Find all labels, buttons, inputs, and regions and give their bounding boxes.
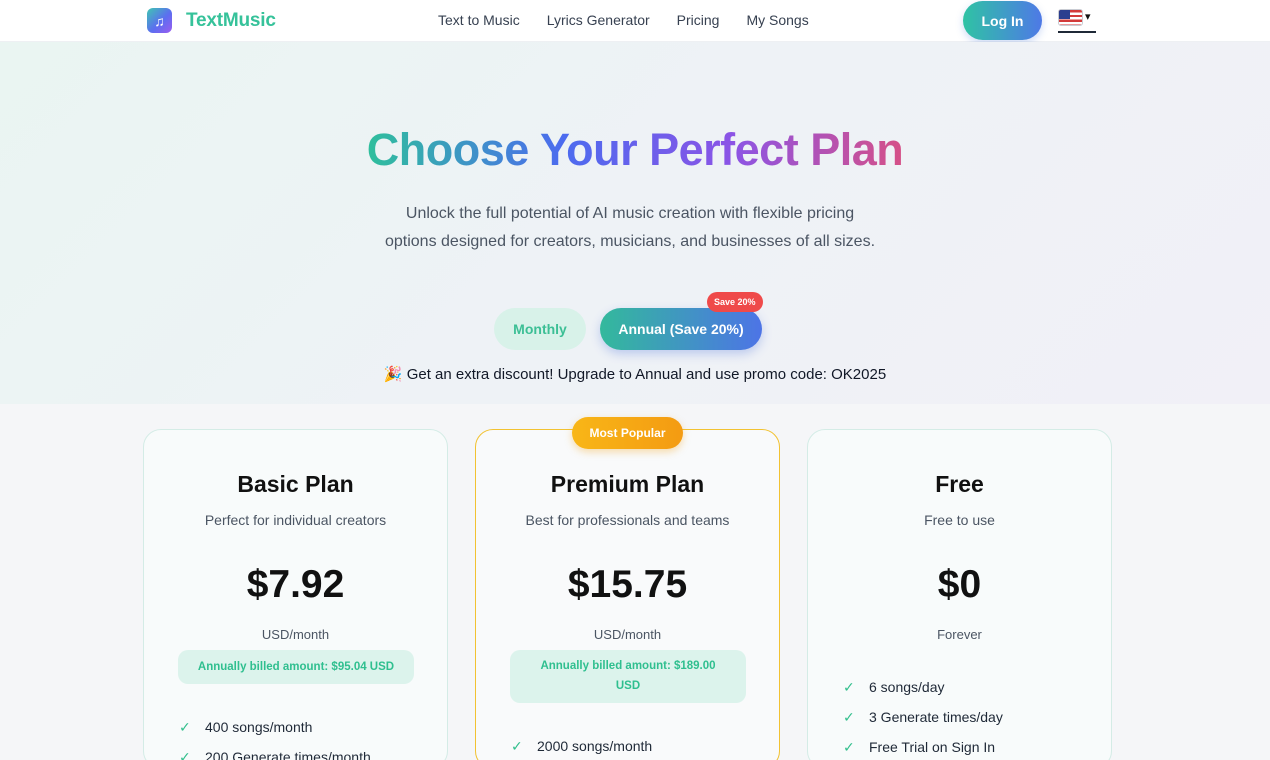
plan-price: $0	[937, 563, 982, 606]
plan-period: USD/month	[593, 627, 662, 642]
plan-card-premium: Premium Plan Best for professionals and …	[475, 429, 780, 760]
billed-amount: Annually billed amount: $189.00 USD	[510, 650, 746, 703]
plan-description: Best for professionals and teams	[525, 512, 730, 528]
plan-title: Basic Plan	[237, 471, 354, 497]
feature-item: ✓ 3 Generate times/day	[843, 708, 1003, 726]
top-nav: ♫ TextMusic Text to Music Lyrics Generat…	[0, 0, 1270, 42]
promo-banner: 🎉 Get an extra discount! Upgrade to Annu…	[0, 365, 1270, 383]
nav-link-text-to-music[interactable]: Text to Music	[438, 12, 520, 28]
feature-list: ✓ 400 songs/month ✓ 200 Generate times/mon…	[179, 712, 371, 760]
hero-section: Choose Your Perfect Plan Unlock the full…	[0, 42, 1270, 404]
feature-item: ✓ Free Trial on Sign In	[843, 738, 996, 756]
plan-card-free: Free Free to use $0 Forever ✓ 6 songs/day…	[807, 429, 1112, 760]
hero-subtitle: Unlock the full potential of AI music cr…	[384, 205, 876, 250]
check-icon: ✓	[179, 748, 191, 760]
logo[interactable]: ♫ TextMusic	[147, 8, 276, 33]
billing-toggle-monthly[interactable]: Monthly	[494, 308, 586, 350]
login-button[interactable]: Log In	[963, 1, 1042, 40]
plan-card-basic: Basic Plan Perfect for individual creato…	[143, 429, 448, 760]
language-selector[interactable]: ▾	[1058, 9, 1096, 33]
plan-title: Free	[935, 471, 984, 497]
plan-price: $15.75	[567, 563, 688, 606]
nav-link-pricing[interactable]: Pricing	[677, 12, 720, 28]
plan-title: Premium Plan	[550, 471, 705, 497]
us-flag-icon	[1058, 9, 1083, 26]
feature-item: ✓ 6 songs/day	[843, 678, 945, 696]
logo-text: TextMusic	[186, 9, 276, 31]
feature-item: ✓ 400 songs/month	[179, 718, 313, 736]
feature-list: ✓ 6 songs/day ✓ 3 Generate times/day ✓ Free…	[843, 672, 1003, 760]
page-title: Choose Your Perfect Plan	[366, 124, 904, 175]
nav-links: Text to Music Lyrics Generator Pricing M…	[438, 12, 809, 28]
promo-text: Get an extra discount! Upgrade to Annual…	[406, 366, 887, 383]
nav-link-lyrics-generator[interactable]: Lyrics Generator	[547, 12, 650, 28]
plan-period: Forever	[937, 627, 982, 642]
music-note-icon: ♫	[147, 8, 172, 33]
feature-item: ✓ 200 Generate times/month	[179, 742, 371, 760]
check-icon: ✓	[843, 738, 855, 755]
check-icon: ✓	[843, 708, 855, 725]
plan-period: USD/month	[261, 627, 330, 642]
most-popular-badge: Most Popular	[572, 417, 683, 449]
plan-description: Free to use	[924, 512, 995, 528]
caret-down-icon: ▾	[1085, 11, 1091, 23]
plan-description: Perfect for individual creators	[204, 512, 387, 528]
nav-link-my-songs[interactable]: My Songs	[746, 12, 808, 28]
check-icon: ✓	[511, 737, 523, 754]
save-badge: Save 20%	[707, 292, 763, 312]
plan-price: $7.92	[246, 563, 345, 606]
billing-toggle-annual[interactable]: Annual (Save 20%)	[600, 308, 762, 350]
feature-list: ✓ 2000 songs/month	[511, 731, 652, 760]
check-icon: ✓	[179, 718, 191, 735]
party-popper-icon: 🎉	[383, 366, 403, 383]
feature-item: ✓ 2000 songs/month	[511, 737, 653, 755]
check-icon: ✓	[843, 678, 855, 695]
billed-amount: Annually billed amount: $95.04 USD	[178, 650, 414, 684]
